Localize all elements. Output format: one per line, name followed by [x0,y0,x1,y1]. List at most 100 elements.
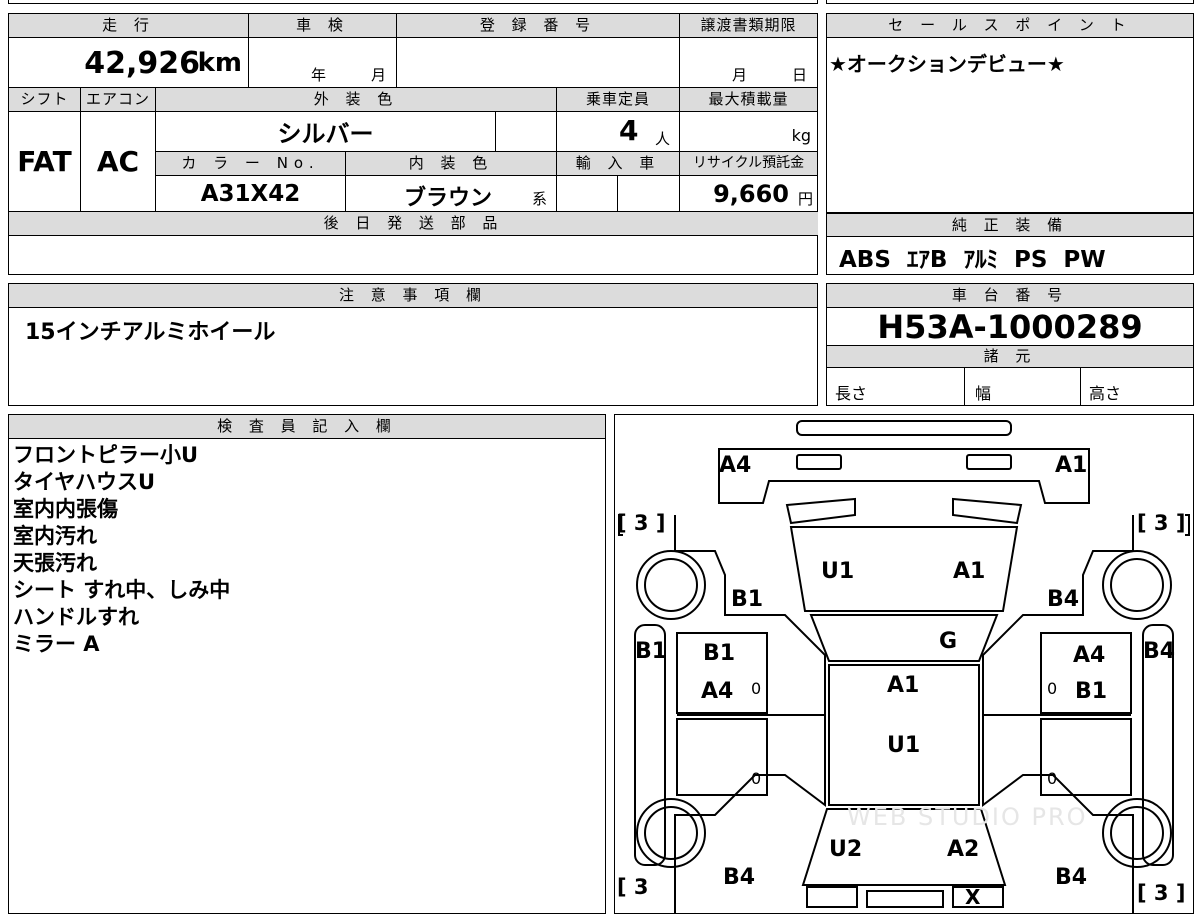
diag-trunk-left: U2 [829,837,863,862]
rear-bumper-mid [866,890,944,908]
shift-value: FAT [9,112,81,212]
diag-fender-right: B4 [1047,587,1080,612]
recycle-unit: 円 [797,190,813,208]
notes-header: 注 意 事 項 欄 [9,284,817,308]
mileage-unit: km [197,48,242,78]
interior-color-value: ブラウン [404,186,493,211]
chassis-box: 車 台 番 号 H53A-1000289 諸 元 長さ 幅 高さ [826,283,1194,406]
windshield-outline [809,614,999,662]
inspector-item: ハンドルすれ [13,605,139,629]
diag-rear-right: B4 [1055,865,1088,890]
diag-watermark: WEB STUDIO PRO [847,803,1088,831]
interior-color-header: 内 装 色 [346,152,557,176]
diag-zero-2: 0 [1047,679,1058,698]
diag-trunk-right: A2 [947,837,980,862]
recycle-value: 9,660 [713,180,789,208]
transfer-deadline-header: 譲渡書類期限 [680,14,818,38]
capacity-cell: 4 人 [557,112,680,152]
diag-door-fl-2: A4 [701,679,734,704]
chassis-number: H53A-1000289 [827,308,1193,346]
import-header: 輸 入 車 [557,152,680,176]
inspector-item: タイヤハウスU [13,470,156,494]
inspector-box: 検 査 員 記 入 欄 フロントピラー小U タイヤハウスU 室内内張傷 室内汚れ… [8,414,606,914]
inspector-list: フロントピラー小U タイヤハウスU 室内内張傷 室内汚れ 天張汚れ シート すれ… [13,442,230,658]
diag-fender-left: B1 [731,587,764,612]
color-no-value: A31X42 [156,176,346,212]
rear-right-wheel-inner [1110,806,1164,860]
diag-tread-rr: [ 3 ] [1137,881,1186,905]
mileage-header: 走 行 [9,14,249,38]
rear-bumper-left [806,886,858,908]
front-right-wheel [1102,550,1172,620]
inspector-item: シート すれ中、しみ中 [13,578,231,602]
diag-zero-4: 0 [1047,769,1058,788]
diag-hood-left: U1 [821,559,855,584]
inspector-header: 検 査 員 記 入 欄 [9,415,605,439]
front-left-wheel [636,550,706,620]
diag-rear-mark: X [965,885,981,909]
mileage-value: 42,926 [84,46,200,81]
shaken-month-label: 月 [371,66,387,84]
standard-equipment-header: 純 正 装 備 [827,213,1193,237]
diag-front-right: A1 [1055,453,1088,478]
sales-point-header: セ ー ル ス ポ イ ン ト [827,14,1193,38]
import-cell-2 [618,176,680,212]
diag-roof-2: U1 [887,733,921,758]
diag-windshield: G [939,629,958,654]
import-cell-1 [557,176,618,212]
car-diagram [618,420,1190,913]
headlight-left [796,454,842,470]
rear-right-wheel [1102,798,1172,868]
headlight-right [966,454,1012,470]
ac-value: AC [81,112,156,212]
diag-zero-1: 0 [751,679,762,698]
interior-color-cell: ブラウン 系 [346,176,557,212]
vehicle-info-table: 走 行 車 検 登 録 番 号 譲渡書類期限 42,926 km 年 月 月 日… [8,13,818,275]
diag-door-fr-2: B1 [1075,679,1108,704]
spec-height-label: 高さ [1089,384,1122,403]
top-cutoff-row [8,0,818,4]
interior-color-suffix: 系 [532,190,548,208]
diag-rear-left: B4 [723,865,756,890]
spec-header: 諸 元 [827,346,1193,368]
diag-pillar-right: B4 [1143,639,1176,664]
diag-door-fr-1: A4 [1073,643,1106,668]
spec-length-label: 長さ [835,384,868,403]
diag-tread-rl: [ 3 [617,875,649,899]
inspector-item: ミラー A [13,632,100,656]
max-load-header: 最大積載量 [680,88,818,112]
transfer-day-label: 日 [792,66,808,84]
exterior-color-value: シルバー [156,112,496,152]
max-load-unit: kg [791,126,811,145]
sales-point-text: ★オークションデビュー★ [829,52,1065,76]
notes-box: 注 意 事 項 欄 15インチアルミホイール [8,283,818,406]
color-no-header: カ ラ ー No. [156,152,346,176]
capacity-unit: 人 [655,130,671,148]
chassis-header: 車 台 番 号 [827,284,1193,308]
grille-left [785,497,856,525]
capacity-value: 4 [619,114,639,147]
bracket-fr [1185,514,1190,536]
registration-cell [397,38,680,88]
capacity-header: 乗車定員 [557,88,680,112]
transfer-cell: 月 日 [680,38,818,88]
diag-pillar-left: B1 [635,639,668,664]
diag-hood-right: A1 [953,559,986,584]
exterior-color-header: 外 装 色 [156,88,557,112]
standard-equipment-text: ABS ｴｱB ｱﾙﾐ PS PW [839,247,1106,273]
top-cutoff-right [826,0,1194,4]
shaken-header: 車 検 [249,14,397,38]
front-left-wheel-inner [644,558,698,612]
diag-front-left: A4 [719,453,752,478]
later-parts-header: 後 日 発 送 部 品 [9,212,818,236]
spec-width-cell: 幅 [965,368,1081,405]
spec-width-label: 幅 [975,384,992,403]
inspector-item: 室内内張傷 [13,497,118,521]
max-load-cell: kg [680,112,818,152]
recycle-header: リサイクル預託金 [680,152,818,176]
registration-header: 登 録 番 号 [397,14,680,38]
rear-left-wheel [636,798,706,868]
shift-header: シフト [9,88,81,112]
sales-point-box: セ ー ル ス ポ イ ン ト ★オークションデビュー★ [826,13,1194,213]
front-right-wheel-inner [1110,558,1164,612]
